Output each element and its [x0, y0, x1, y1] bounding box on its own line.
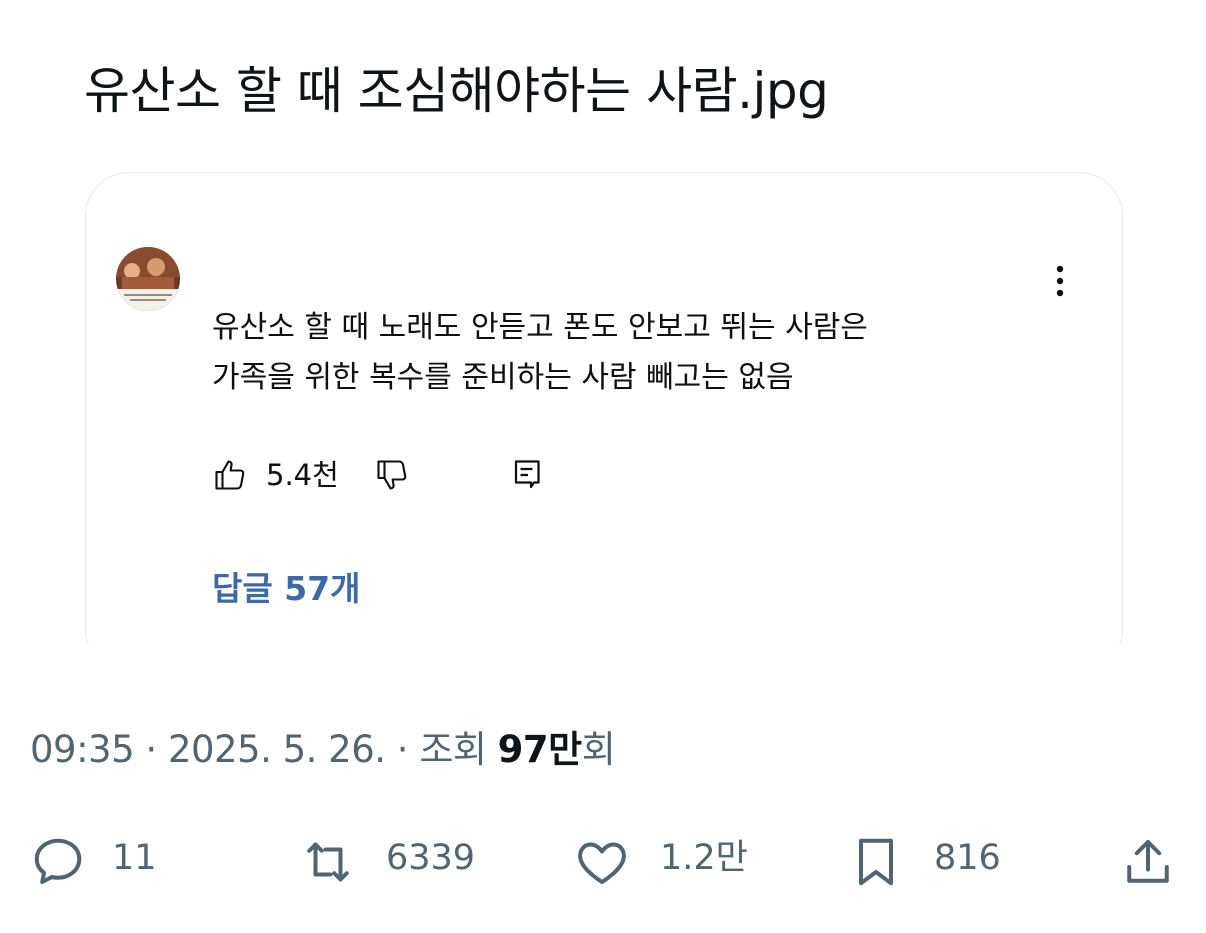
meta-separator: · — [134, 728, 168, 771]
reply-action[interactable]: 11 — [28, 826, 168, 892]
replies-link[interactable]: 답글 57개 — [212, 565, 361, 613]
retweet-icon — [307, 842, 349, 882]
like-count-total: 1.2만 — [660, 838, 748, 878]
heart-icon — [578, 842, 626, 884]
comment-line-2: 가족을 위한 복수를 준비하는 사람 빼고는 없음 — [212, 360, 794, 395]
like-button[interactable] — [212, 457, 248, 493]
thumbs-up-icon — [215, 460, 245, 490]
thumbs-down-icon — [377, 460, 407, 490]
share-button[interactable] — [1118, 826, 1182, 892]
more-vertical-icon — [1056, 265, 1064, 297]
comment-line-1: 유산소 할 때 노래도 안듣고 폰도 안보고 뛰는 사람은 — [212, 310, 868, 345]
views-count: 97만 — [497, 728, 583, 771]
views-suffix: 회 — [581, 728, 616, 771]
reply-comment-icon — [514, 460, 540, 489]
profile-avatar-icon[interactable] — [116, 247, 180, 311]
speech-bubble-icon — [34, 838, 82, 884]
post-meta: 09:35 · 2025. 5. 26. · 조회 97만회 — [30, 724, 616, 776]
share-icon — [1127, 840, 1169, 883]
meta-separator: · — [385, 728, 420, 771]
post-date[interactable]: 2025. 5. 26. — [168, 728, 386, 771]
bookmark-action[interactable]: 816 — [846, 826, 1016, 892]
views-prefix: 조회 — [419, 728, 498, 771]
embedded-comment-image[interactable]: 유산소 할 때 노래도 안듣고 폰도 안보고 뛰는 사람은 가족을 위한 복수를… — [85, 172, 1123, 674]
comment-text: 유산소 할 때 노래도 안듣고 폰도 안보고 뛰는 사람은 가족을 위한 복수를… — [212, 303, 1092, 403]
more-options-button[interactable] — [1046, 261, 1074, 301]
like-action[interactable]: 1.2만 — [572, 826, 772, 892]
bookmark-count: 816 — [934, 838, 1001, 878]
retweet-count: 6339 — [386, 838, 476, 878]
post-time[interactable]: 09:35 — [30, 728, 135, 771]
engagement-bar: 11 6339 1.2만 816 — [0, 826, 1206, 892]
dislike-button[interactable] — [374, 457, 410, 493]
comment-actions: 5.4천 — [212, 453, 712, 497]
like-count: 5.4천 — [266, 458, 339, 492]
retweet-action[interactable]: 6339 — [298, 826, 498, 892]
embed-cutoff — [60, 645, 1150, 685]
reply-count: 11 — [112, 838, 157, 878]
reply-button[interactable] — [510, 457, 546, 493]
post-title: 유산소 할 때 조심해야하는 사람.jpg — [84, 62, 829, 120]
bookmark-icon — [859, 838, 893, 886]
